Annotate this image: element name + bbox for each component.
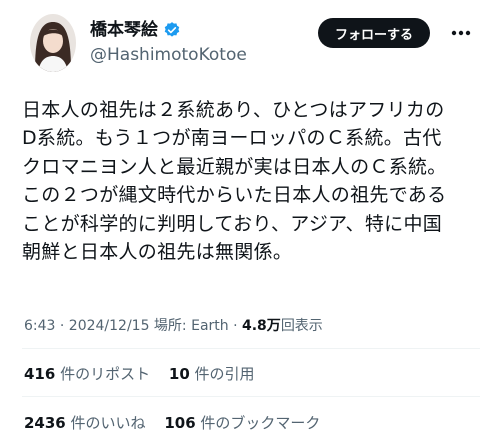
tweet-line: 日本人の祖先は２系統あり、ひとつはアフリカの [22,99,445,121]
repost-stats-row: 416 件のリポスト 10 件の引用 [24,364,269,384]
reposts-count: 416 [24,365,56,383]
divider [22,348,480,349]
avatar[interactable] [30,14,76,72]
likes-stat[interactable]: 2436 件のいいね [24,414,146,432]
bookmarks-stat[interactable]: 106 件のブックマーク [164,414,320,432]
tweet-header: 橋本琴絵 @HashimotoKotoe フォローする [0,0,480,80]
engagement-stats-row: 2436 件のいいね 106 件のブックマーク [24,413,334,433]
tweet-line: クロマニヨン人と最近親が実は日本人のＣ系統。 [22,155,447,178]
tweet-line: 朝鮮と日本人の祖先は無関係。 [22,241,293,264]
tweet-text: 日本人の祖先は２系統あり、ひとつはアフリカの D系統。もう１つが南ヨーロッパのＣ… [22,96,472,266]
tweet-line: D系統。もう１つが南ヨーロッパのＣ系統。古代 [22,127,442,150]
verified-badge-icon [164,22,180,37]
quotes-count: 10 [168,365,190,383]
divider [22,396,480,397]
views-label: 回表示 [280,318,323,334]
quotes-label: 件の引用 [194,365,255,383]
tweet-line: ことが科学的に判明しており、アジア、特に中国 [22,212,443,235]
views-count: 4.8万 [242,318,281,334]
timestamp-location[interactable]: 6:43 · 2024/12/15 場所: Earth · [24,318,242,334]
tweet-meta: 6:43 · 2024/12/15 場所: Earth · 4.8万回表示 [24,316,323,336]
reposts-label: 件のリポスト [60,365,151,383]
likes-count: 2436 [24,414,66,432]
more-options-icon[interactable] [448,22,474,44]
tweet-line: この２つが縄文時代からいた日本人の祖先である [22,184,447,207]
display-name[interactable]: 橋本琴絵 [90,20,181,40]
display-name-text[interactable]: 橋本琴絵 [90,20,158,40]
bookmarks-count: 106 [164,414,196,432]
bookmarks-label: 件のブックマーク [200,414,321,432]
likes-label: 件のいいね [70,414,146,432]
user-handle[interactable]: @HashimotoKotoe [90,44,247,66]
follow-button[interactable]: フォローする [318,18,430,48]
quotes-stat[interactable]: 10 件の引用 [169,365,255,383]
reposts-stat[interactable]: 416 件のリポスト [24,365,150,383]
